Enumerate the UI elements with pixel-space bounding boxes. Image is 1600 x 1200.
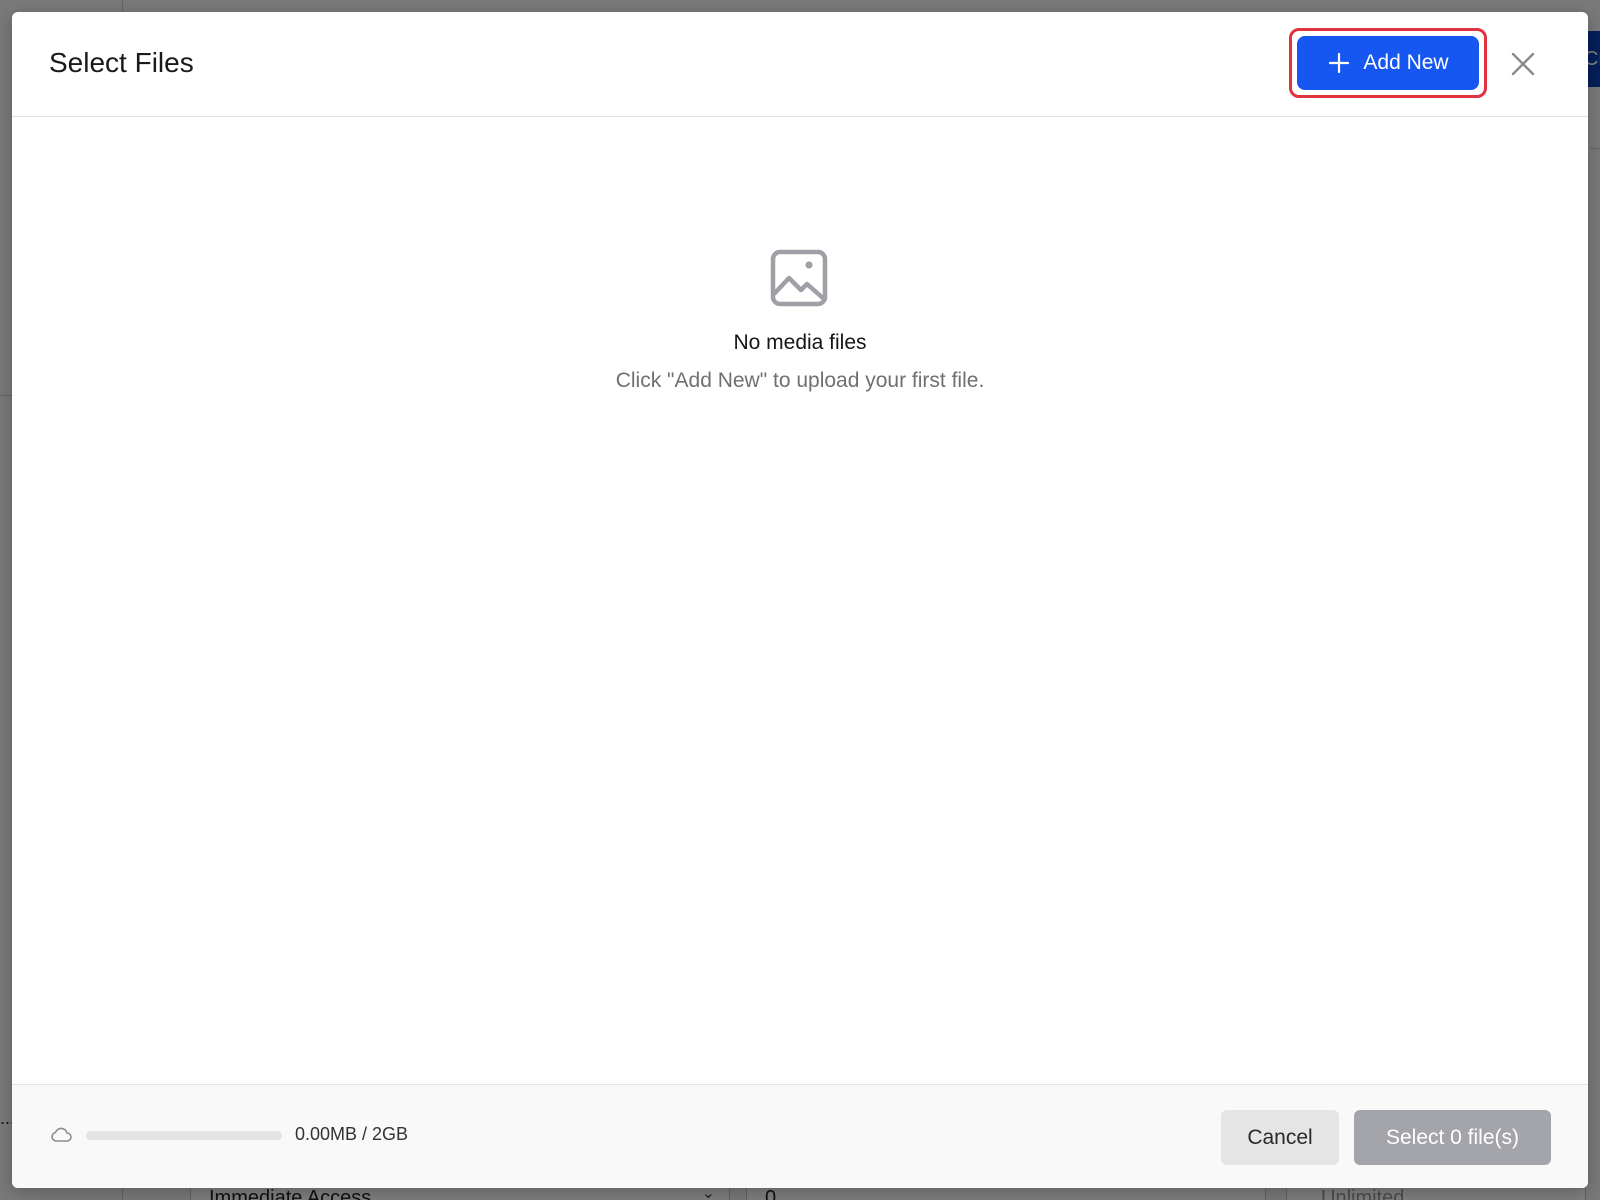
modal-footer: 0.00MB / 2GB Cancel Select 0 file(s) <box>12 1084 1588 1188</box>
image-icon <box>770 249 828 307</box>
cloud-icon <box>51 1127 72 1142</box>
select-files-modal: Select Files Add New No media files Clic… <box>12 12 1588 1188</box>
empty-state-title: No media files <box>733 331 867 354</box>
empty-state-subtitle: Click "Add New" to upload your first fil… <box>615 369 985 392</box>
close-icon[interactable] <box>1509 50 1537 78</box>
select-files-button[interactable]: Select 0 file(s) <box>1354 1110 1551 1165</box>
modal-body: No media files Click "Add New" to upload… <box>12 117 1588 1096</box>
modal-title: Select Files <box>49 47 194 78</box>
modal-header: Select Files Add New <box>12 12 1588 117</box>
add-new-button[interactable]: Add New <box>1297 36 1479 90</box>
cancel-button[interactable]: Cancel <box>1221 1110 1339 1165</box>
add-new-label: Add New <box>1363 51 1449 74</box>
plus-icon <box>1329 52 1350 74</box>
storage-progress-bar <box>86 1131 282 1140</box>
storage-usage-text: 0.00MB / 2GB <box>295 1124 409 1144</box>
